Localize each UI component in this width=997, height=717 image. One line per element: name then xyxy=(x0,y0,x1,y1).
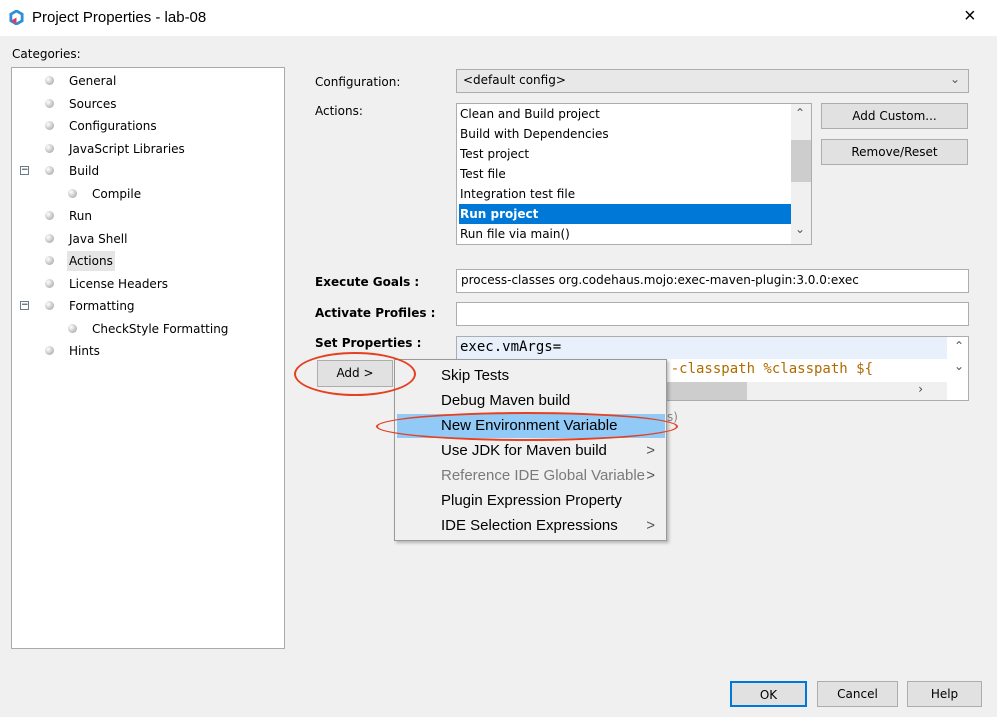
action-item[interactable]: Build with Dependencies xyxy=(459,124,791,144)
category-label: General xyxy=(69,74,117,88)
actions-scrollbar[interactable]: ⌃ ⌄ xyxy=(791,104,811,244)
execute-goals-label: Execute Goals : xyxy=(315,275,420,289)
annotation-oval-add xyxy=(294,352,416,396)
category-item[interactable]: CheckStyle Formatting xyxy=(12,319,282,339)
scroll-down-icon[interactable]: ⌄ xyxy=(795,222,805,236)
node-icon xyxy=(45,256,54,265)
scroll-right-icon[interactable]: › xyxy=(918,382,923,396)
category-item[interactable]: Compile xyxy=(12,184,282,204)
set-properties-label: Set Properties : xyxy=(315,336,422,350)
configuration-value: <default config> xyxy=(463,73,566,87)
node-icon xyxy=(45,98,54,108)
node-icon xyxy=(68,323,77,333)
menu-item[interactable]: Debug Maven build xyxy=(397,389,665,413)
category-item[interactable]: Hints xyxy=(12,341,282,361)
action-item[interactable]: Run file via main() xyxy=(459,224,791,244)
ok-button[interactable]: OK xyxy=(730,681,807,707)
menu-item[interactable]: Skip Tests xyxy=(397,364,665,388)
categories-label: Categories: xyxy=(12,47,81,61)
menu-item-label: Plugin Expression Property xyxy=(441,492,622,509)
category-label: Build xyxy=(69,164,100,178)
menu-item-label: Reference IDE Global Variable xyxy=(441,467,645,484)
category-label: CheckStyle Formatting xyxy=(92,321,229,336)
category-item[interactable]: Java Shell xyxy=(12,229,282,249)
window-title: Project Properties - lab-08 xyxy=(32,9,207,26)
category-label: Configurations xyxy=(69,119,157,133)
node-icon xyxy=(45,278,54,288)
category-label: Run xyxy=(69,209,93,223)
category-label: JavaScript Libraries xyxy=(69,141,185,156)
action-item[interactable]: Clean and Build project xyxy=(459,104,791,124)
menu-item-label: Skip Tests xyxy=(441,367,510,384)
scroll-thumb[interactable] xyxy=(791,140,811,182)
action-item[interactable]: Integration test file xyxy=(459,184,791,204)
node-icon xyxy=(45,121,54,130)
scroll-up-icon[interactable]: ⌃ xyxy=(795,106,805,120)
close-icon[interactable]: × xyxy=(964,5,976,28)
node-icon xyxy=(45,143,54,153)
menu-item[interactable]: Plugin Expression Property xyxy=(397,489,665,513)
category-label: Actions xyxy=(67,251,115,271)
category-label: Hints xyxy=(69,344,100,358)
execute-goals-input[interactable]: process-classes org.codehaus.mojo:exec-m… xyxy=(456,269,969,293)
node-icon xyxy=(45,76,54,85)
properties-line-1: exec.vmArgs= xyxy=(457,337,947,359)
categories-tree[interactable]: General Sources Configurations JavaScript L… xyxy=(11,67,285,649)
add-custom-button[interactable]: Add Custom... xyxy=(821,103,968,129)
menu-item[interactable]: Use JDK for Maven build > xyxy=(397,439,665,463)
scroll-down-icon[interactable]: ⌄ xyxy=(954,359,964,373)
submenu-arrow-icon: > xyxy=(646,442,655,459)
configuration-select[interactable]: <default config> ⌄ xyxy=(456,69,969,93)
category-label: Formatting xyxy=(69,299,135,313)
collapse-icon[interactable]: − xyxy=(20,166,29,175)
category-label: License Headers xyxy=(69,276,168,291)
node-icon xyxy=(45,301,54,310)
configuration-label: Configuration: xyxy=(315,75,401,89)
menu-item-label: IDE Selection Expressions xyxy=(441,517,618,534)
category-item[interactable]: General xyxy=(12,71,282,91)
node-icon xyxy=(45,166,54,175)
remove-reset-button[interactable]: Remove/Reset xyxy=(821,139,968,165)
scroll-up-icon[interactable]: ⌃ xyxy=(954,339,964,353)
category-item[interactable]: − Build xyxy=(12,161,282,181)
hscroll-thumb[interactable] xyxy=(657,382,747,400)
category-item[interactable]: JavaScript Libraries xyxy=(12,139,282,159)
actions-label: Actions: xyxy=(315,104,363,118)
category-item[interactable]: Run xyxy=(12,206,282,226)
category-item[interactable]: Configurations xyxy=(12,116,282,136)
cancel-button[interactable]: Cancel xyxy=(817,681,898,707)
activate-profiles-input[interactable] xyxy=(456,302,969,326)
menu-item[interactable]: IDE Selection Expressions > xyxy=(397,514,665,538)
category-item[interactable]: − Formatting xyxy=(12,296,282,316)
category-item[interactable]: Sources xyxy=(12,94,282,114)
category-item[interactable]: Actions xyxy=(12,251,282,271)
node-icon xyxy=(45,346,54,355)
add-popup-menu[interactable]: Skip Tests Debug Maven build New Environme… xyxy=(394,359,667,541)
category-label: Sources xyxy=(69,96,117,111)
actions-list[interactable]: ⌃ ⌄ Clean and Build project Build with De… xyxy=(456,103,812,245)
node-icon xyxy=(45,233,54,243)
collapse-icon[interactable]: − xyxy=(20,301,29,310)
action-item[interactable]: Test project xyxy=(459,144,791,164)
node-icon xyxy=(68,188,77,198)
menu-item[interactable]: Reference IDE Global Variable > xyxy=(397,464,665,488)
category-item[interactable]: License Headers xyxy=(12,274,282,294)
submenu-arrow-icon: > xyxy=(646,467,655,484)
category-label: Compile xyxy=(92,186,142,201)
submenu-arrow-icon: > xyxy=(646,517,655,534)
menu-item-label: Use JDK for Maven build xyxy=(441,442,607,459)
action-item[interactable]: Test file xyxy=(459,164,791,184)
category-label: Java Shell xyxy=(69,231,128,246)
annotation-oval-env-var xyxy=(376,412,678,441)
chevron-down-icon: ⌄ xyxy=(949,72,960,86)
netbeans-logo-icon xyxy=(9,10,24,25)
help-button[interactable]: Help xyxy=(907,681,982,707)
menu-item-label: Debug Maven build xyxy=(441,392,571,409)
action-item[interactable]: Run project xyxy=(459,204,791,224)
node-icon xyxy=(45,211,54,220)
activate-profiles-label: Activate Profiles : xyxy=(315,306,436,320)
